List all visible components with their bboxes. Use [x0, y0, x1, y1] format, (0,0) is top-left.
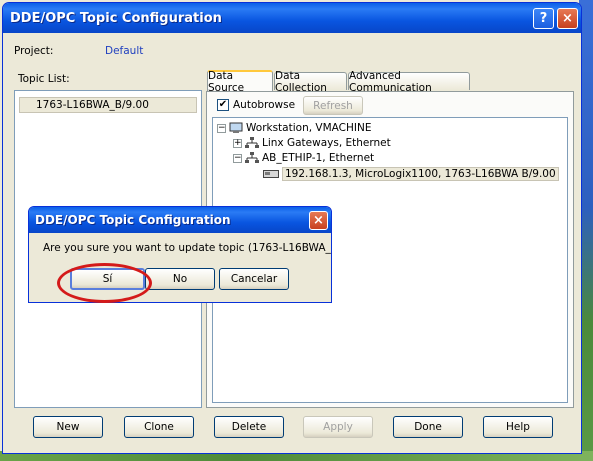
- help-button[interactable]: Help: [483, 416, 553, 438]
- tree-item-label: Linx Gateways, Ethernet: [262, 137, 391, 149]
- no-button[interactable]: No: [145, 268, 215, 290]
- topic-list-label: Topic List:: [18, 73, 70, 85]
- dialog-message: Are you sure you want to update topic (1…: [43, 242, 331, 254]
- clone-button[interactable]: Clone: [124, 416, 194, 438]
- window-title-bar[interactable]: DDE/OPC Topic Configuration ? ×: [3, 3, 581, 33]
- tree-item-ab-ethip[interactable]: − AB_ETHIP-1, Ethernet: [233, 152, 374, 164]
- network-icon: [245, 137, 259, 148]
- collapse-icon[interactable]: −: [233, 153, 242, 163]
- dialog-title: DDE/OPC Topic Configuration: [35, 213, 231, 227]
- close-icon[interactable]: ×: [557, 7, 578, 29]
- tree-item-label: 192.168.1.3, MicroLogix1100, 1763-L16BWA…: [282, 167, 559, 181]
- tab-data-collection[interactable]: Data Collection: [274, 70, 347, 94]
- yes-button[interactable]: Sí: [70, 268, 145, 290]
- project-value: Default: [105, 45, 144, 57]
- tree-item-linx-gateways[interactable]: + Linx Gateways, Ethernet: [233, 137, 391, 149]
- autobrowse-checkbox[interactable]: ✔ Autobrowse: [217, 99, 295, 111]
- close-icon[interactable]: ×: [309, 210, 328, 230]
- confirm-dialog: DDE/OPC Topic Configuration × Are you su…: [28, 206, 332, 303]
- tree-item-workstation[interactable]: − Workstation, VMACHINE: [217, 122, 371, 134]
- collapse-icon[interactable]: −: [217, 123, 226, 133]
- window-title: DDE/OPC Topic Configuration: [10, 10, 222, 26]
- tree-item-label: AB_ETHIP-1, Ethernet: [262, 152, 375, 164]
- apply-button[interactable]: Apply: [303, 416, 373, 438]
- checkmark-icon: ✔: [217, 99, 229, 111]
- cancel-button[interactable]: Cancelar: [219, 268, 289, 290]
- refresh-button[interactable]: Refresh: [303, 96, 363, 115]
- done-button[interactable]: Done: [393, 416, 463, 438]
- workstation-icon: [229, 122, 243, 133]
- help-icon[interactable]: ?: [533, 7, 554, 29]
- delete-button[interactable]: Delete: [214, 416, 284, 438]
- expand-icon[interactable]: +: [233, 138, 242, 148]
- autobrowse-label: Autobrowse: [233, 99, 296, 111]
- topic-list-item[interactable]: 1763-L16BWA_B/9.00: [19, 97, 197, 113]
- tree-item-label: Workstation, VMACHINE: [246, 122, 372, 134]
- new-button[interactable]: New: [33, 416, 103, 438]
- tab-advanced-communication[interactable]: Advanced Communication: [348, 70, 470, 94]
- tree-item-micrologix[interactable]: 192.168.1.3, MicroLogix1100, 1763-L16BWA…: [263, 167, 559, 181]
- network-icon: [245, 152, 259, 163]
- dialog-title-bar[interactable]: DDE/OPC Topic Configuration ×: [29, 207, 331, 233]
- device-icon: [263, 170, 279, 178]
- project-label: Project:: [14, 45, 54, 57]
- tab-data-source[interactable]: Data Source: [207, 70, 273, 94]
